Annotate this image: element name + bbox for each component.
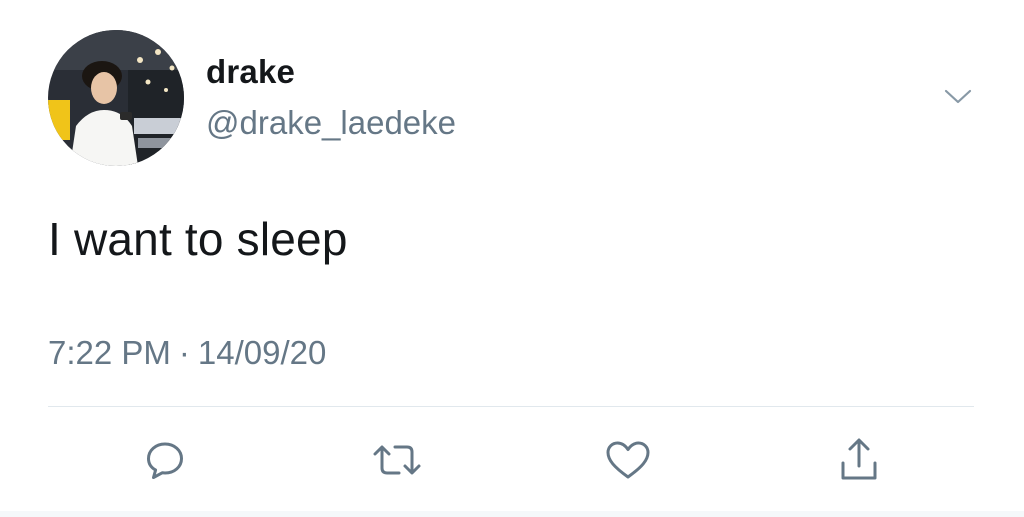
tweet-card: drake @drake_laedeke I want to sleep 7:2… [0, 0, 1024, 517]
divider [48, 406, 974, 407]
tweet-text: I want to sleep [48, 213, 348, 265]
bottom-divider [0, 511, 1024, 517]
reply-button[interactable] [137, 432, 193, 488]
heart-icon [606, 441, 650, 479]
tweet-time: 7:22 PM [48, 334, 171, 371]
avatar-photo [48, 30, 184, 166]
tweet-timestamp[interactable]: 7:22 PM · 14/09/20 [48, 334, 326, 372]
timestamp-separator: · [178, 334, 190, 371]
chevron-down-icon[interactable] [940, 84, 976, 108]
user-handle[interactable]: @drake_laedeke [206, 104, 456, 142]
retweet-button[interactable] [369, 432, 425, 488]
share-button[interactable] [831, 432, 887, 488]
display-name[interactable]: drake [206, 53, 295, 91]
reply-bubble-icon [147, 442, 183, 479]
tweet-date: 14/09/20 [197, 334, 327, 371]
avatar[interactable] [48, 30, 184, 166]
share-icon [841, 438, 877, 480]
retweet-icon [373, 445, 421, 475]
like-button[interactable] [600, 432, 656, 488]
